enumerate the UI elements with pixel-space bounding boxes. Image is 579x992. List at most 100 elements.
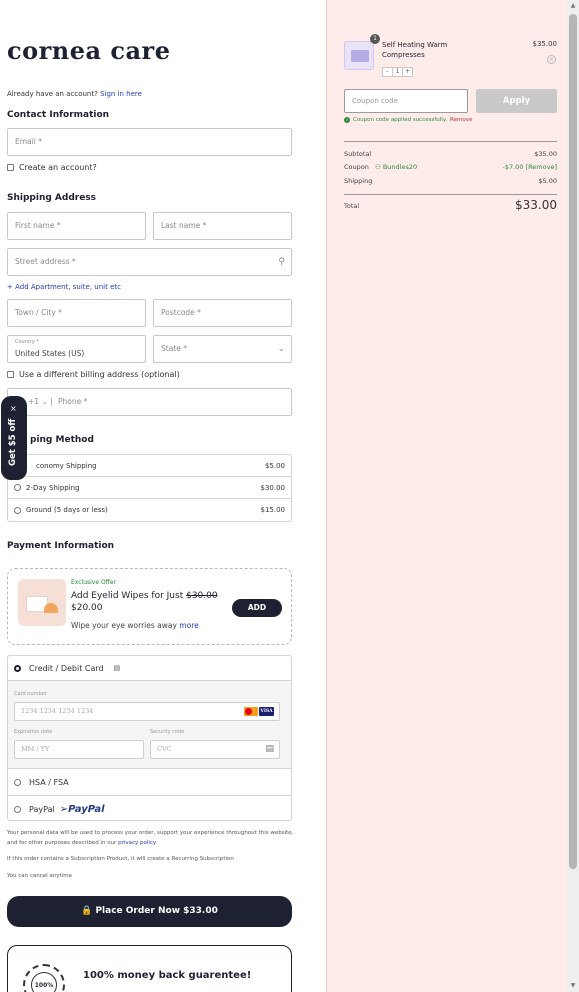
email-field[interactable]: Email * — [7, 128, 292, 156]
payment-methods: Credit / Debit Card ▤ Card number 1234 1… — [7, 655, 292, 821]
shipping-method-list: conomy Shipping $5.00 2-Day Shipping $30… — [7, 454, 292, 522]
total-row: Total $33.00 — [344, 198, 557, 212]
card-number-label: Card number — [14, 691, 47, 697]
get-discount-label[interactable]: Get $5 off — [8, 419, 18, 466]
quantity-badge: 1 — [370, 34, 380, 44]
product-thumbnail — [344, 41, 374, 70]
privacy-policy-link[interactable]: privacy policy — [118, 840, 155, 846]
close-icon[interactable]: × — [10, 404, 17, 413]
postcode-placeholder: Postcode * — [161, 308, 201, 317]
radio-button[interactable] — [14, 484, 21, 491]
offer-more-link[interactable]: more — [179, 621, 198, 630]
radio-button-selected[interactable] — [14, 664, 21, 672]
increase-button[interactable]: + — [402, 67, 413, 77]
first-name-field[interactable]: First name * — [7, 212, 146, 240]
street-address-field[interactable]: Street address * ⚲ — [7, 248, 292, 276]
guarantee-seal-icon: 100% — [23, 964, 65, 992]
shipping-option-price: $30.00 — [260, 483, 286, 492]
last-name-placeholder: Last name * — [161, 221, 207, 230]
signin-row: Already have an account? Sign in here — [7, 90, 142, 98]
brand-logo[interactable]: cornea care — [7, 36, 170, 65]
divider — [344, 141, 557, 142]
card-form: Card number 1234 1234 1234 1234 VISA Exp… — [8, 681, 291, 769]
remove-item-icon[interactable]: × — [547, 55, 556, 64]
subtotal-row: Subtotal $35.00 — [344, 150, 557, 158]
payment-method-hsa[interactable]: HSA / FSA — [8, 769, 291, 796]
phone-country-code[interactable]: +1 ⌄ | — [28, 389, 53, 415]
divider — [344, 194, 557, 195]
card-method-label: Credit / Debit Card — [29, 663, 104, 673]
order-summary-panel — [326, 0, 579, 992]
cvc-input[interactable]: CVC ▤ — [150, 740, 280, 759]
paypal-label: PayPal — [29, 805, 55, 814]
offer-old-price: $30.00 — [186, 591, 218, 601]
first-name-placeholder: First name * — [15, 221, 61, 230]
mastercard-icon — [244, 707, 258, 716]
checkbox-box[interactable] — [7, 164, 14, 171]
radio-button[interactable] — [14, 778, 21, 786]
payment-heading: Payment Information — [7, 541, 115, 551]
offer-new-price: $20.00 — [71, 603, 103, 613]
coupon-code: ⚇ Bundles20 — [374, 163, 418, 171]
phone-placeholder: Phone * — [58, 397, 88, 406]
place-order-button[interactable]: 🔒 Place Order Now $33.00 — [7, 896, 292, 927]
state-placeholder: State * — [161, 344, 187, 353]
checkbox-box[interactable] — [7, 371, 14, 378]
expiry-input[interactable]: MM / YY — [14, 740, 144, 759]
country-select[interactable]: Country * United States (US) — [7, 335, 146, 363]
shipping-option-price: $5.00 — [264, 461, 285, 470]
shipping-row: Shipping $5.00 — [344, 177, 557, 185]
checkout-form-panel: cornea care Already have an account? Sig… — [0, 0, 326, 992]
town-field[interactable]: Town / City * — [7, 299, 146, 327]
chevron-down-icon: ⌄ — [277, 344, 285, 354]
coupon-remove-link[interactable]: Remove — [450, 117, 472, 123]
shipping-option-economy[interactable]: conomy Shipping $5.00 — [8, 455, 291, 477]
expiry-label: Expiration date — [14, 729, 53, 735]
add-apartment-link[interactable]: + Add Apartment, suite, unit etc — [7, 283, 121, 291]
country-value: United States (US) — [15, 349, 85, 358]
scroll-up-icon[interactable]: ▲ — [569, 2, 577, 10]
shipping-option-label: Ground (5 days or less) — [26, 506, 108, 514]
signin-link[interactable]: Sign in here — [100, 90, 142, 98]
coupon-remove-button[interactable]: [Remove] — [526, 163, 557, 171]
postcode-field[interactable]: Postcode * — [153, 299, 292, 327]
payment-method-card[interactable]: Credit / Debit Card ▤ — [8, 656, 291, 681]
last-name-field[interactable]: Last name * — [153, 212, 292, 240]
cancel-note: You can cancel anytime — [7, 873, 72, 879]
card-brand-icons: VISA — [244, 707, 274, 716]
page-scrollbar[interactable]: ▲ ▼ — [567, 0, 579, 992]
create-account-checkbox[interactable]: Create an account? — [7, 163, 97, 172]
check-icon: ✓ — [344, 117, 350, 123]
phone-field[interactable]: +1 ⌄ | Phone * — [7, 388, 292, 416]
coupon-input[interactable]: Coupon code — [344, 89, 468, 113]
state-select[interactable]: State * ⌄ — [153, 335, 292, 363]
visa-icon: VISA — [259, 707, 274, 716]
town-placeholder: Town / City * — [15, 308, 62, 317]
shipping-option-label: conomy Shipping — [36, 461, 97, 470]
paypal-logo: ➢PayPal — [59, 804, 105, 815]
tag-icon: ⚇ — [374, 163, 381, 171]
scroll-down-icon[interactable]: ▼ — [569, 982, 577, 990]
radio-button[interactable] — [14, 806, 21, 813]
card-number-input[interactable]: 1234 1234 1234 1234 VISA — [14, 702, 280, 721]
different-billing-checkbox[interactable]: Use a different billing address (optiona… — [7, 370, 180, 379]
quantity-stepper[interactable]: - 1 + — [382, 67, 413, 77]
search-icon: ⚲ — [278, 257, 285, 267]
cvc-card-icon: ▤ — [265, 744, 274, 754]
add-offer-button[interactable]: ADD — [232, 599, 282, 617]
offer-subtitle: Wipe your eye worries away more — [71, 621, 199, 630]
coupon-row: Coupon ⚇ Bundles20 -$7.00 [Remove] — [344, 163, 557, 171]
product-price: $35.00 — [532, 40, 558, 48]
signin-prompt: Already have an account? — [7, 90, 98, 98]
contact-heading: Contact Information — [7, 110, 110, 120]
offer-title: Add Eyelid Wipes for Just $30.00 — [71, 591, 218, 601]
scrollbar-thumb[interactable] — [569, 14, 577, 869]
shipping-option-ground[interactable]: Ground (5 days or less) $15.00 — [8, 499, 291, 521]
upsell-offer-card: Exclusive Offer Add Eyelid Wipes for Jus… — [7, 568, 292, 645]
apply-coupon-button[interactable]: Apply — [476, 89, 557, 113]
radio-button[interactable] — [14, 506, 21, 514]
offer-tag: Exclusive Offer — [71, 579, 116, 586]
payment-method-paypal[interactable]: PayPal ➢PayPal — [8, 796, 291, 823]
get-discount-tab[interactable]: × Get $5 off — [1, 396, 27, 480]
shipping-option-2day[interactable]: 2-Day Shipping $30.00 — [8, 477, 291, 499]
